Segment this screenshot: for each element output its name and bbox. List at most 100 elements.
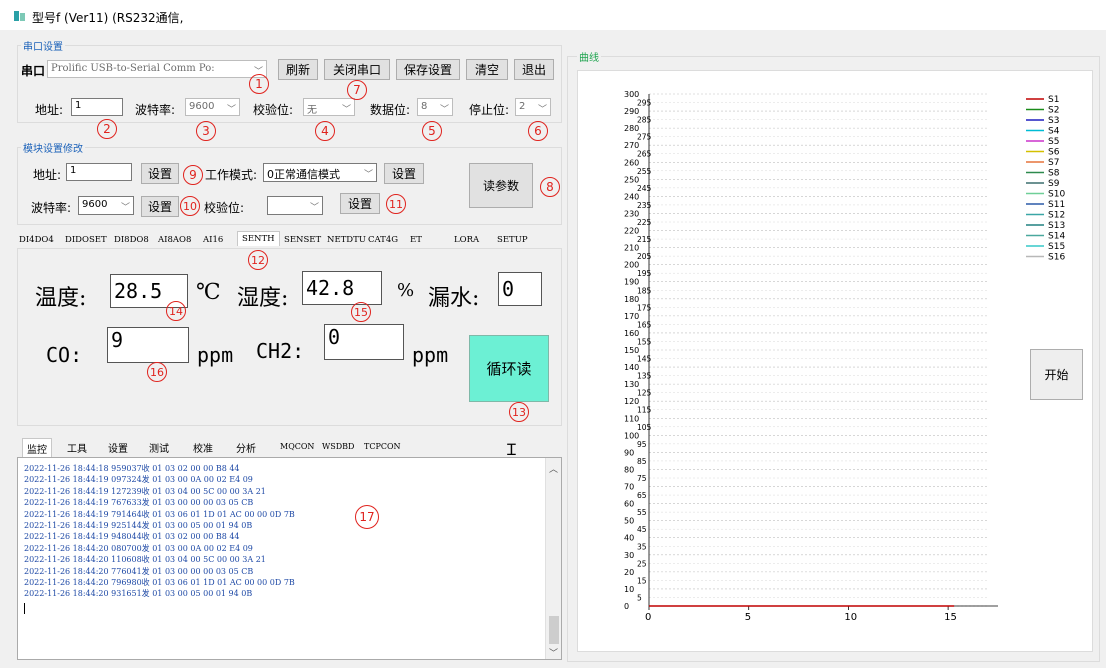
log-line: 2022-11-26 18:44:20 931651发 01 03 00 05 … [24,589,253,599]
stopbits-select[interactable]: 2 ﹀ [515,98,551,116]
humidity-unit: % [397,280,415,301]
module-baud-select[interactable]: 9600 ﹀ [78,196,134,215]
parity-select[interactable]: 无 ﹀ [303,98,355,116]
title-bar: 型号f (Ver11) (RS232通信, [0,0,1106,30]
start-button[interactable]: 开始 [1030,349,1083,400]
chevron-down-icon: ﹀ [537,105,547,115]
marker-1: 1 [249,74,269,94]
chart-panel: 0 10 20 30 40 50 60 70 80 90 100 110 120 130 140 150 160… [577,70,1093,652]
baud-select[interactable]: 9600 ﹀ [185,98,240,116]
module-address-field[interactable]: 1 [66,163,132,181]
baud-select-value: 9600 [189,101,215,112]
parity-select-value: 无 [307,105,317,116]
y-minor-tick-label: 75 [637,474,647,483]
tab-analysis[interactable]: 分析 [236,440,256,455]
log-line: 2022-11-26 18:44:19 127239收 01 03 04 00 … [24,486,266,496]
y-tick-label: 60 [624,500,634,509]
y-tick-label: 0 [624,602,629,611]
tab-di8do8[interactable]: DI8DO8 [114,235,149,245]
y-tick-label: 20 [624,568,634,577]
stopbits-label: 停止位: [469,103,510,117]
tab-di4do4[interactable]: DI4DO4 [19,235,54,245]
tab-monitor[interactable]: 监控 [22,438,52,458]
legend-label: S13 [1048,221,1065,231]
port-select[interactable]: Prolific USB-to-Serial Comm Po: ﹀ [47,60,267,78]
tab-calibrate[interactable]: 校准 [193,440,213,455]
tab-senset[interactable]: SENSET [284,235,321,245]
workmode-label: 工作模式: [205,168,258,182]
exit-button[interactable]: 退出 [514,59,554,80]
databits-select[interactable]: 8 ﹀ [417,98,453,116]
marker-3: 3 [196,121,216,141]
marker-17: 17 [355,505,379,529]
set-address-button[interactable]: 设置 [141,163,179,184]
save-settings-button[interactable]: 保存设置 [396,59,460,80]
tab-ai16[interactable]: AI16 [203,235,223,245]
clear-button[interactable]: 清空 [466,59,508,80]
tab-lora[interactable]: LORA [454,235,479,245]
module-baud-select-value: 9600 [82,199,108,210]
tab-tcpcon[interactable]: TCPCON [364,442,401,451]
set-parity-button[interactable]: 设置 [340,193,380,214]
marker-13: 13 [509,402,529,422]
databits-label: 数据位: [370,103,411,117]
y-tick-label: 90 [624,448,634,457]
set-baud-button[interactable]: 设置 [141,196,179,217]
y-minor-tick-label: 25 [637,559,647,568]
tab-test[interactable]: 测试 [149,440,169,455]
scroll-down-icon[interactable]: ﹀ [549,646,558,659]
legend-label: S3 [1048,116,1059,126]
scroll-up-icon[interactable]: ︿ [549,462,558,475]
tab-et[interactable]: ET [410,235,422,245]
workmode-select[interactable]: 0正常通信模式 ﹀ [263,163,377,182]
legend-label: S7 [1048,158,1059,168]
address-label: 地址: [35,103,64,117]
y-tick-label: 30 [624,551,634,560]
ch2-label: CH2: [256,339,305,363]
log-line: 2022-11-26 18:44:19 767633发 01 03 00 00 … [24,498,254,508]
tab-cat4g[interactable]: CAT4G [368,235,398,245]
tab-ai8ao8[interactable]: AI8AO8 [158,235,191,245]
y-minor-tick-label: 65 [637,491,647,500]
device-tab-bar: DI4DO4 DIDOSET DI8DO8 AI8AO8 AI16 SENTH … [17,229,562,249]
log-scrollbar[interactable]: ︿ ﹀ [545,458,561,659]
set-workmode-button[interactable]: 设置 [384,163,424,184]
tab-mqcon[interactable]: MQCON [280,442,314,451]
legend-label: S11 [1048,200,1065,210]
legend-label: S12 [1048,211,1065,221]
legend-label: S5 [1048,137,1059,147]
y-tick-label: 50 [624,517,634,526]
loop-read-button[interactable]: 循环读 [469,335,549,402]
tab-setup[interactable]: SETUP [497,235,528,245]
marker-6: 6 [528,121,548,141]
co-value: 9 [107,327,189,363]
refresh-button[interactable]: 刷新 [278,59,318,80]
y-minor-tick-label: 85 [637,457,647,466]
scroll-thumb[interactable] [549,616,559,644]
tab-settings[interactable]: 设置 [108,440,128,455]
port-label: 串口 [21,64,46,78]
parity-label: 校验位: [253,103,294,117]
module-parity-label: 校验位: [204,201,245,215]
baud-label: 波特率: [135,103,176,117]
marker-5: 5 [422,121,442,141]
tab-netdtu[interactable]: NETDTU [327,235,366,245]
module-parity-select[interactable]: ﹀ [267,196,323,215]
x-tick-label: 10 [844,612,857,623]
stopbits-select-value: 2 [519,101,526,112]
tab-didoset[interactable]: DIDOSET [65,235,107,245]
y-minor-tick-label: 95 [637,440,647,449]
log-line: 2022-11-26 18:44:18 959037收 01 03 02 00 … [24,464,240,473]
legend-label: S15 [1048,242,1065,252]
close-port-button[interactable]: 关闭串口 [324,59,390,80]
tab-senth[interactable]: SENTH [237,231,280,246]
address-field[interactable]: 1 [71,98,123,116]
log-line: 2022-11-26 18:44:20 776041发 01 03 00 00 … [24,566,254,576]
monitor-log[interactable]: 2022-11-26 18:44:18 959037收 01 03 02 00 … [17,457,562,660]
read-params-button[interactable]: 读参数 [469,163,533,208]
window-title: 型号f (Ver11) (RS232通信, [32,11,184,25]
tab-wsdbd[interactable]: WSDBD [322,442,354,451]
y-minor-tick-label: 5 [637,593,642,602]
ch2-value: 0 [324,324,404,360]
tab-tools[interactable]: 工具 [67,440,87,455]
